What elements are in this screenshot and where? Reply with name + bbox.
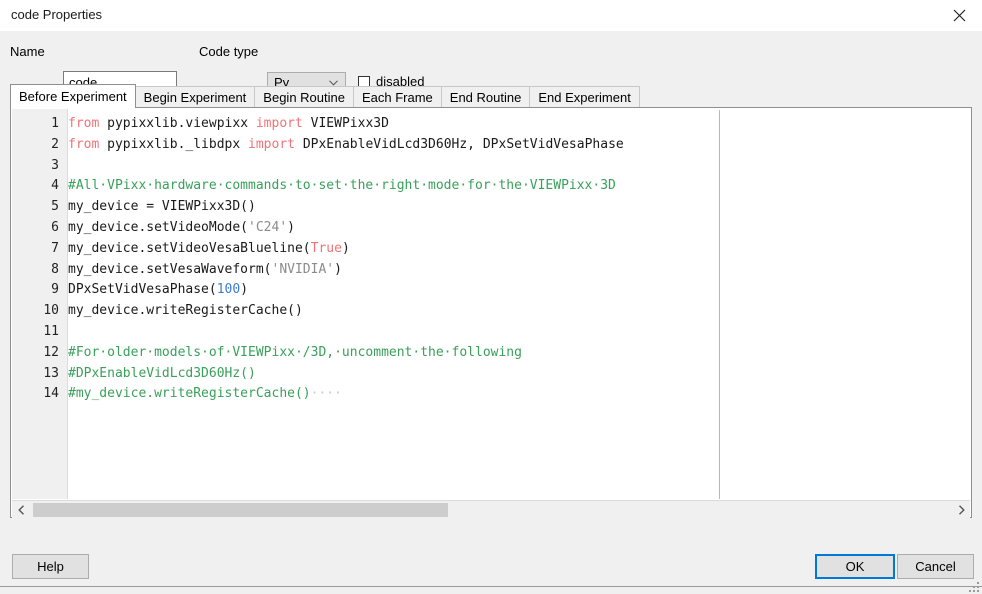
line-number: 5 bbox=[43, 197, 59, 218]
code-token: from bbox=[68, 137, 99, 152]
code-token: DPxEnableVidLcd3D60Hz, DPxSetVidVesaPhas… bbox=[295, 137, 624, 152]
code-token: ) bbox=[240, 282, 248, 297]
code-editor-panel: 1234567891011121314 from pypixxlib.viewp… bbox=[10, 107, 972, 518]
code-line: my_device.setVideoMode('C24') bbox=[68, 218, 970, 239]
resize-grip[interactable] bbox=[969, 582, 979, 592]
code-token: #DPxEnableVidLcd3D60Hz() bbox=[68, 366, 256, 381]
help-button[interactable]: Help bbox=[12, 554, 89, 579]
line-number: 12 bbox=[43, 343, 59, 364]
line-number: 1 bbox=[43, 114, 59, 135]
code-line: my_device.writeRegisterCache() bbox=[68, 301, 970, 322]
scrollbar-thumb[interactable] bbox=[33, 503, 448, 517]
code-token: my_device.setVideoVesaBlueline( bbox=[68, 241, 311, 256]
code-token: pypixxlib._libdpx bbox=[99, 137, 248, 152]
code-editor-surface[interactable]: 1234567891011121314 from pypixxlib.viewp… bbox=[12, 109, 970, 499]
tab-strip: Before ExperimentBegin ExperimentBegin R… bbox=[10, 84, 972, 108]
code-token: 100 bbox=[217, 282, 240, 297]
code-token: ) bbox=[287, 220, 295, 235]
line-numbers: 1234567891011121314 bbox=[43, 114, 59, 405]
horizontal-scrollbar[interactable] bbox=[12, 500, 970, 519]
code-line: from pypixxlib.viewpixx import VIEWPixx3… bbox=[68, 114, 970, 135]
code-token: 'NVIDIA' bbox=[272, 262, 335, 277]
tab-each-frame[interactable]: Each Frame bbox=[353, 86, 442, 108]
line-number: 10 bbox=[43, 301, 59, 322]
title-bar: code Properties bbox=[0, 0, 982, 32]
code-line: #For·older·models·of·VIEWPixx·/3D,·uncom… bbox=[68, 343, 970, 364]
code-token: #my_device.writeRegisterCache() bbox=[68, 386, 311, 401]
ok-button[interactable]: OK bbox=[815, 554, 895, 579]
code-token: ···· bbox=[311, 386, 342, 401]
code-token: my_device.setVesaWaveform( bbox=[68, 262, 272, 277]
name-label: Name bbox=[10, 44, 45, 59]
code-line: #All·VPixx·hardware·commands·to·set·the·… bbox=[68, 176, 970, 197]
tab-list: Before ExperimentBegin ExperimentBegin R… bbox=[10, 84, 639, 108]
code-line: DPxSetVidVesaPhase(100) bbox=[68, 280, 970, 301]
line-number: 7 bbox=[43, 239, 59, 260]
cancel-button[interactable]: Cancel bbox=[897, 554, 974, 579]
code-token: from bbox=[68, 116, 99, 131]
tab-end-experiment[interactable]: End Experiment bbox=[529, 86, 640, 108]
code-line: #DPxEnableVidLcd3D60Hz() bbox=[68, 364, 970, 385]
code-line bbox=[68, 322, 970, 343]
line-number-gutter: 1234567891011121314 bbox=[12, 109, 68, 499]
code-line: my_device.setVideoVesaBlueline(True) bbox=[68, 239, 970, 260]
chevron-right-icon bbox=[958, 505, 965, 515]
line-number: 6 bbox=[43, 218, 59, 239]
window-title: code Properties bbox=[11, 7, 102, 22]
code-token: #For·older·models·of·VIEWPixx·/3D,·uncom… bbox=[68, 345, 522, 360]
line-number: 3 bbox=[43, 156, 59, 177]
line-number: 2 bbox=[43, 135, 59, 156]
code-type-label: Code type bbox=[199, 44, 258, 59]
close-icon bbox=[953, 9, 966, 22]
code-token: #All·VPixx·hardware·commands·to·set·the·… bbox=[68, 178, 616, 193]
code-token: my_device.writeRegisterCache() bbox=[68, 303, 303, 318]
code-line: from pypixxlib._libdpx import DPxEnableV… bbox=[68, 135, 970, 156]
tab-before-experiment[interactable]: Before Experiment bbox=[10, 84, 136, 108]
line-number: 9 bbox=[43, 280, 59, 301]
code-token: DPxSetVidVesaPhase( bbox=[68, 282, 217, 297]
code-token: import bbox=[248, 137, 295, 152]
chevron-left-icon bbox=[18, 505, 25, 515]
code-text[interactable]: from pypixxlib.viewpixx import VIEWPixx3… bbox=[68, 114, 970, 499]
code-line bbox=[68, 156, 970, 177]
code-token: VIEWPixx3D bbox=[303, 116, 389, 131]
code-line: #my_device.writeRegisterCache()···· bbox=[68, 384, 970, 405]
tab-begin-routine[interactable]: Begin Routine bbox=[254, 86, 354, 108]
line-number: 11 bbox=[43, 322, 59, 343]
code-token: ) bbox=[342, 241, 350, 256]
tab-end-routine[interactable]: End Routine bbox=[441, 86, 531, 108]
code-token: import bbox=[256, 116, 303, 131]
tab-begin-experiment[interactable]: Begin Experiment bbox=[135, 86, 256, 108]
line-number: 14 bbox=[43, 384, 59, 405]
code-token: my_device.setVideoMode( bbox=[68, 220, 248, 235]
scroll-left-button[interactable] bbox=[12, 501, 30, 519]
line-number: 4 bbox=[43, 176, 59, 197]
scroll-right-button[interactable] bbox=[952, 501, 970, 519]
code-token: ) bbox=[334, 262, 342, 277]
code-token: True bbox=[311, 241, 342, 256]
code-token: pypixxlib.viewpixx bbox=[99, 116, 256, 131]
code-token: 'C24' bbox=[248, 220, 287, 235]
close-button[interactable] bbox=[936, 0, 982, 31]
properties-form-row: Name Code type Py disabled bbox=[0, 31, 982, 72]
line-number: 13 bbox=[43, 364, 59, 385]
line-number: 8 bbox=[43, 260, 59, 281]
code-line: my_device.setVesaWaveform('NVIDIA') bbox=[68, 260, 970, 281]
code-token: my_device = VIEWPixx3D() bbox=[68, 199, 256, 214]
code-line: my_device = VIEWPixx3D() bbox=[68, 197, 970, 218]
